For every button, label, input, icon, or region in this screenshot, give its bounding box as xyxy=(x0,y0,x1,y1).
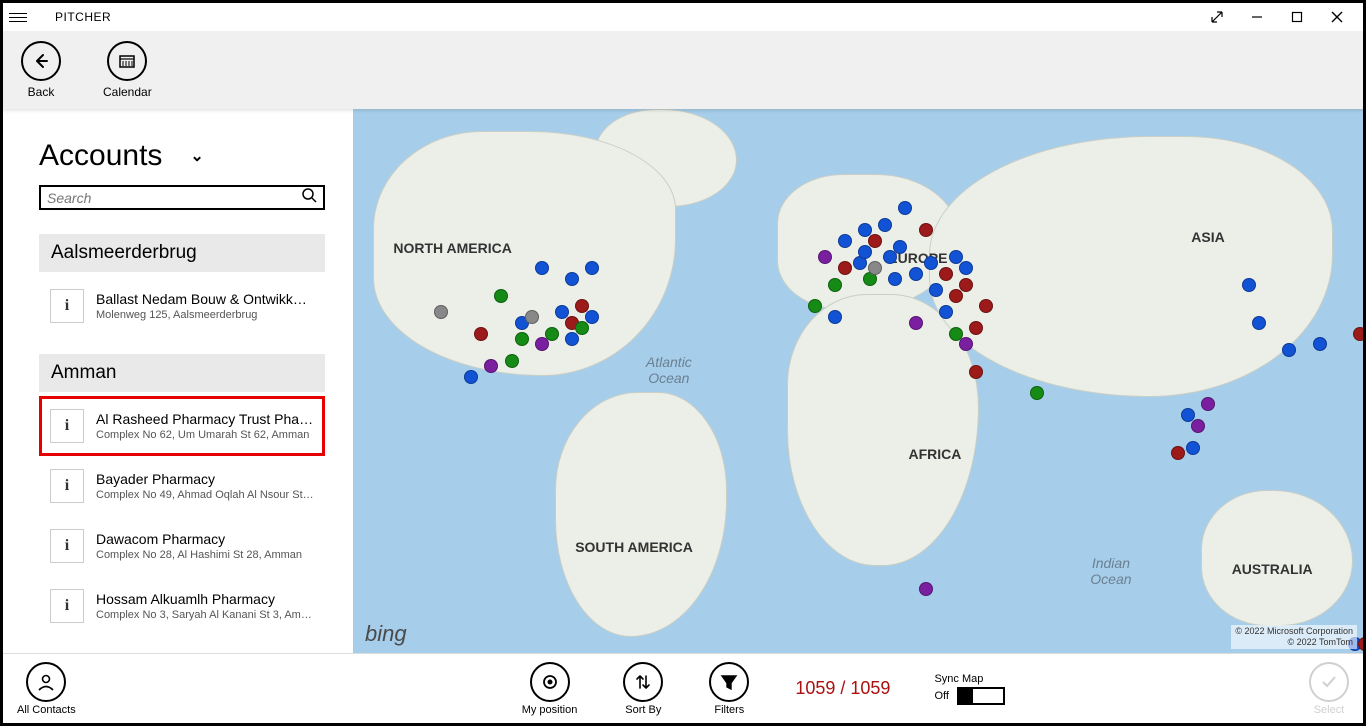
map-pin[interactable] xyxy=(1252,316,1266,330)
map-pin[interactable] xyxy=(1201,397,1215,411)
map-pin[interactable] xyxy=(959,337,973,351)
label-atlantic: AtlanticOcean xyxy=(646,354,692,386)
map[interactable]: NORTH AMERICA SOUTH AMERICA EUROPE AFRIC… xyxy=(353,109,1363,653)
map-pin[interactable] xyxy=(1242,278,1256,292)
map-pin[interactable] xyxy=(1186,441,1200,455)
filter-icon xyxy=(709,662,749,702)
map-pin[interactable] xyxy=(494,289,508,303)
map-pin[interactable] xyxy=(838,234,852,248)
account-name: Al Rasheed Pharmacy Trust Phar… xyxy=(96,411,314,427)
map-pin[interactable] xyxy=(893,240,907,254)
toolbar: Back Calendar xyxy=(3,31,1363,109)
filters-button[interactable]: Filters xyxy=(709,662,749,716)
map-pin[interactable] xyxy=(434,305,448,319)
account-name: Dawacom Pharmacy xyxy=(96,531,314,547)
map-pin[interactable] xyxy=(959,278,973,292)
person-icon xyxy=(26,662,66,702)
close-icon[interactable] xyxy=(1317,3,1357,31)
sidebar: Accounts ⌄ Aalsmeerderbrug i Ballast Nedam… xyxy=(3,109,353,653)
calendar-button[interactable]: Calendar xyxy=(103,41,152,99)
sidebar-title: Accounts xyxy=(39,139,162,173)
search-box[interactable] xyxy=(39,185,325,210)
map-pin[interactable] xyxy=(474,327,488,341)
account-name: Hossam Alkuamlh Pharmacy xyxy=(96,591,314,607)
account-address: Complex No 49, Ahmad Oqlah Al Nsour St… xyxy=(96,489,314,501)
map-pin[interactable] xyxy=(505,354,519,368)
map-pin[interactable] xyxy=(1030,386,1044,400)
target-icon xyxy=(530,662,570,702)
group-header: Aalsmeerderbrug xyxy=(39,234,325,272)
map-pin[interactable] xyxy=(808,299,822,313)
map-pin[interactable] xyxy=(878,218,892,232)
map-pin[interactable] xyxy=(545,327,559,341)
app-title: PITCHER xyxy=(55,10,111,24)
maximize-icon[interactable] xyxy=(1277,3,1317,31)
map-pin[interactable] xyxy=(1282,343,1296,357)
record-counter: 1059 / 1059 xyxy=(795,678,890,699)
account-item[interactable]: i Hossam Alkuamlh Pharmacy Complex No 3, S… xyxy=(39,576,325,636)
map-pin[interactable] xyxy=(818,250,832,264)
group-header: Amman xyxy=(39,354,325,392)
map-pin[interactable] xyxy=(924,256,938,270)
calendar-label: Calendar xyxy=(103,85,152,99)
account-item[interactable]: i Dawacom Pharmacy Complex No 28, Al Hashi… xyxy=(39,516,325,576)
map-pin[interactable] xyxy=(525,310,539,324)
map-pin[interactable] xyxy=(515,332,529,346)
minimize-icon[interactable] xyxy=(1237,3,1277,31)
map-pin[interactable] xyxy=(858,245,872,259)
account-name: Bayader Pharmacy xyxy=(96,471,314,487)
map-pin[interactable] xyxy=(1171,446,1185,460)
chevron-down-icon[interactable]: ⌄ xyxy=(190,146,203,166)
map-pin[interactable] xyxy=(949,289,963,303)
map-pin[interactable] xyxy=(464,370,478,384)
map-pin[interactable] xyxy=(929,283,943,297)
info-icon[interactable]: i xyxy=(50,589,84,623)
map-pin[interactable] xyxy=(939,267,953,281)
map-pin[interactable] xyxy=(828,278,842,292)
menu-icon[interactable] xyxy=(9,13,27,22)
back-button[interactable]: Back xyxy=(21,41,61,99)
map-pin[interactable] xyxy=(919,223,933,237)
check-icon xyxy=(1309,662,1349,702)
map-copyright: © 2022 Microsoft Corporation © 2022 TomT… xyxy=(1231,625,1357,649)
map-pin[interactable] xyxy=(555,305,569,319)
sort-by-button[interactable]: Sort By xyxy=(623,662,663,716)
bing-logo: bing xyxy=(365,621,407,647)
map-pin[interactable] xyxy=(969,365,983,379)
map-pin[interactable] xyxy=(1353,327,1363,341)
my-position-button[interactable]: My position xyxy=(522,662,578,716)
account-item[interactable]: i Bayader Pharmacy Complex No 49, Ahmad Oq… xyxy=(39,456,325,516)
sync-map-toggle[interactable]: Sync Map Off xyxy=(934,673,1004,705)
sort-icon xyxy=(623,662,663,702)
titlebar: PITCHER xyxy=(3,3,1363,31)
account-address: Complex No 28, Al Hashimi St 28, Amman xyxy=(96,549,314,561)
info-icon[interactable]: i xyxy=(50,529,84,563)
info-icon[interactable]: i xyxy=(50,289,84,323)
account-address: Complex No 3, Saryah Al Kanani St 3, Amm… xyxy=(96,609,314,621)
back-label: Back xyxy=(28,85,55,99)
select-button: Select xyxy=(1309,662,1349,716)
info-icon[interactable]: i xyxy=(50,409,84,443)
map-pin[interactable] xyxy=(1313,337,1327,351)
account-address: Molenweg 125, Aalsmeerderbrug xyxy=(96,309,314,321)
map-pin[interactable] xyxy=(919,582,933,596)
map-pin[interactable] xyxy=(828,310,842,324)
account-item[interactable]: i Al Rasheed Pharmacy Trust Phar… Complex … xyxy=(39,396,325,456)
all-contacts-button[interactable]: All Contacts xyxy=(17,662,76,716)
search-icon[interactable] xyxy=(301,187,317,208)
map-pin[interactable] xyxy=(909,316,923,330)
map-pin[interactable] xyxy=(909,267,923,281)
search-input[interactable] xyxy=(47,190,301,206)
bottombar: All Contacts My position Sort By Filters… xyxy=(3,653,1363,723)
label-indian: IndianOcean xyxy=(1090,555,1131,587)
account-name: Ballast Nedam Bouw & Ontwikke… xyxy=(96,291,314,307)
map-pin[interactable] xyxy=(939,305,953,319)
toggle-switch[interactable] xyxy=(957,687,1005,705)
info-icon[interactable]: i xyxy=(50,469,84,503)
account-address: Complex No 62, Um Umarah St 62, Amman xyxy=(96,429,314,441)
expand-icon[interactable] xyxy=(1197,3,1237,31)
account-item[interactable]: i Ballast Nedam Bouw & Ontwikke… Molenweg … xyxy=(39,276,325,336)
map-pin[interactable] xyxy=(1191,419,1205,433)
